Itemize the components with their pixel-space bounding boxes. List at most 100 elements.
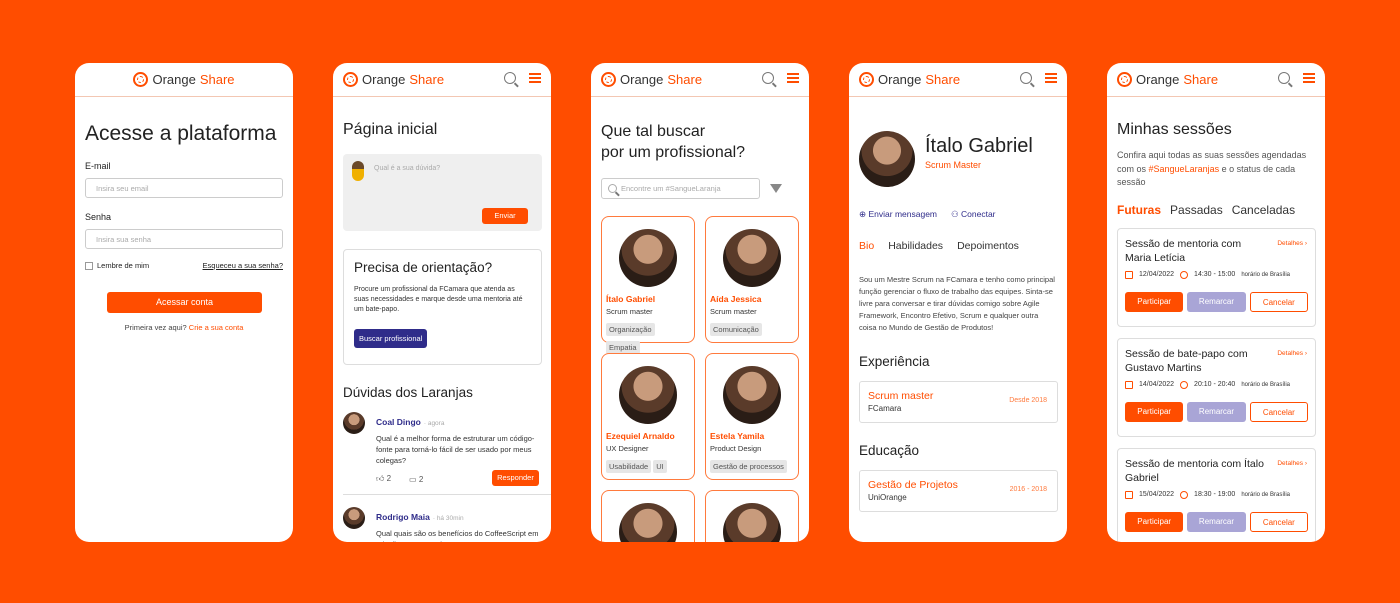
education-date: 2016 - 2018 bbox=[1009, 486, 1047, 493]
details-link[interactable]: Detalhes › bbox=[1277, 350, 1307, 357]
calendar-icon bbox=[1125, 490, 1133, 499]
tab-cancelled[interactable]: Canceladas bbox=[1232, 203, 1295, 217]
menu-icon[interactable] bbox=[1045, 73, 1057, 83]
question-text: Qual quais são os benefícios do CoffeeSc… bbox=[376, 529, 539, 542]
app-header: Orange Share bbox=[849, 63, 1067, 97]
details-link[interactable]: Detalhes › bbox=[1277, 460, 1307, 467]
professional-card[interactable]: Aída Jessica Scrum master Comunicação bbox=[705, 216, 799, 343]
session-card: Sessão de bate-papo com Gustavo Martins … bbox=[1117, 337, 1316, 437]
send-button[interactable]: Enviar bbox=[482, 208, 528, 224]
question-item: Coal Dingo · agora Qual é a melhor forma … bbox=[343, 412, 542, 486]
education-school: UniOrange bbox=[868, 493, 907, 502]
question-author[interactable]: Rodrigo Maia bbox=[376, 512, 430, 522]
bio-text: Sou um Mestre Scrum na FCamara e tenho c… bbox=[859, 275, 1055, 332]
add-user-icon: ⚇ bbox=[951, 209, 959, 219]
timezone: horário de Brasília bbox=[1241, 491, 1291, 498]
reply-button[interactable]: Responder bbox=[492, 470, 539, 486]
sessions-screen: Orange Share Minhas sessões Confira aqui … bbox=[1107, 63, 1325, 542]
title-line-2: por um profissional? bbox=[601, 144, 746, 161]
search-input[interactable]: Encontre um #SangueLaranja bbox=[601, 178, 760, 199]
clock-icon bbox=[1180, 270, 1189, 279]
message-icon: ⊕ bbox=[859, 209, 867, 219]
join-button[interactable]: Participar bbox=[1125, 291, 1184, 312]
logo-word-share: Share bbox=[1183, 72, 1219, 87]
app-header: Orange Share bbox=[333, 63, 551, 97]
email-field[interactable]: Insira seu email bbox=[85, 178, 283, 198]
professional-card[interactable] bbox=[705, 490, 799, 542]
join-button[interactable]: Participar bbox=[1125, 401, 1184, 422]
logo-word-orange: Orange bbox=[1136, 72, 1180, 87]
cancel-button[interactable]: Cancelar bbox=[1249, 401, 1308, 422]
title-line-1: Que tal buscar bbox=[601, 123, 706, 140]
checkbox-icon bbox=[85, 262, 93, 271]
orange-logo-icon bbox=[601, 72, 616, 87]
question-box: Qual é a sua dúvida? Enviar bbox=[343, 154, 542, 231]
details-link[interactable]: Detalhes › bbox=[1277, 240, 1307, 247]
login-button[interactable]: Acessar conta bbox=[107, 292, 262, 314]
menu-icon[interactable] bbox=[787, 73, 799, 83]
logo-word-orange: Orange bbox=[878, 72, 922, 87]
experience-item: Scrum master FCamara Desde 2018 bbox=[859, 381, 1058, 423]
divider bbox=[343, 494, 551, 495]
tab-future[interactable]: Futuras bbox=[1117, 203, 1161, 217]
logo: Orange Share bbox=[343, 72, 444, 87]
question-time: · agora bbox=[423, 420, 445, 427]
create-account-link[interactable]: Crie a sua conta bbox=[189, 323, 244, 332]
comment-count[interactable]: ▭ 2 bbox=[409, 475, 423, 484]
chevron-right-icon: › bbox=[1304, 239, 1307, 247]
details-label: Detalhes bbox=[1277, 239, 1304, 247]
professional-card[interactable]: Ítalo Gabriel Scrum master OrganizaçãoEm… bbox=[601, 216, 695, 354]
menu-icon[interactable] bbox=[529, 73, 541, 83]
search-icon[interactable] bbox=[1020, 72, 1032, 84]
clock-icon bbox=[1180, 380, 1189, 389]
professional-card[interactable]: Ezequiel Arnaldo UX Designer Usabilidade… bbox=[601, 353, 695, 480]
connect-button[interactable]: ⚇ Conectar bbox=[951, 209, 996, 220]
remember-checkbox[interactable]: Lembre de mim bbox=[85, 261, 149, 271]
questions-section-title: Dúvidas dos Laranjas bbox=[343, 385, 473, 400]
professional-card[interactable] bbox=[601, 490, 695, 542]
search-icon[interactable] bbox=[762, 72, 774, 84]
desc-hashtag: #SangueLaranjas bbox=[1148, 163, 1220, 174]
education-item: Gestão de Projetos UniOrange 2016 - 2018 bbox=[859, 470, 1058, 512]
question-author[interactable]: Coal Dingo bbox=[376, 417, 421, 427]
orange-logo-icon bbox=[859, 72, 874, 87]
tab-bio[interactable]: Bio bbox=[859, 240, 874, 252]
tab-testimonials[interactable]: Depoimentos bbox=[957, 240, 1019, 252]
avatar bbox=[343, 507, 365, 529]
menu-icon[interactable] bbox=[1303, 73, 1315, 83]
cancel-button[interactable]: Cancelar bbox=[1249, 511, 1308, 532]
skill-tag: UI bbox=[653, 460, 667, 473]
reschedule-button[interactable]: Remarcar bbox=[1187, 511, 1246, 532]
reschedule-button[interactable]: Remarcar bbox=[1187, 291, 1246, 312]
likes-value: 2 bbox=[386, 474, 392, 483]
orange-logo-icon bbox=[133, 72, 149, 87]
search-icon[interactable] bbox=[504, 72, 516, 84]
session-time: 14:30 - 15:00 bbox=[1194, 271, 1236, 278]
question-time: · há 30min bbox=[432, 515, 464, 522]
tab-past[interactable]: Passadas bbox=[1170, 203, 1223, 217]
cancel-button[interactable]: Cancelar bbox=[1249, 291, 1308, 312]
reschedule-button[interactable]: Remarcar bbox=[1187, 401, 1246, 422]
professional-card[interactable]: Estela Yamila Product Design Gestão de p… bbox=[705, 353, 799, 480]
filter-icon[interactable] bbox=[770, 184, 782, 193]
details-label: Detalhes bbox=[1277, 459, 1304, 467]
experience-title: Experiência bbox=[859, 354, 930, 369]
tab-skills[interactable]: Habilidades bbox=[888, 240, 943, 252]
session-card: Sessão de mentoria com Ítalo Gabriel Det… bbox=[1117, 447, 1316, 542]
find-professional-button[interactable]: Buscar profissional bbox=[354, 329, 428, 348]
professional-grid: Ítalo Gabriel Scrum master OrganizaçãoEm… bbox=[601, 216, 799, 542]
password-field[interactable]: Insira sua senha bbox=[85, 229, 283, 249]
forgot-password-link[interactable]: Esqueceu a sua senha? bbox=[203, 261, 283, 270]
avatar bbox=[619, 503, 677, 542]
logo: Orange Share bbox=[1117, 72, 1218, 87]
orange-logo-icon bbox=[343, 72, 358, 87]
search-icon[interactable] bbox=[1278, 72, 1290, 84]
skill-tag: Usabilidade bbox=[606, 460, 652, 473]
chevron-right-icon: › bbox=[1304, 349, 1307, 357]
like-count[interactable]: 👍︎ 2 bbox=[376, 474, 391, 484]
send-message-label: Enviar mensagem bbox=[868, 209, 938, 219]
question-input[interactable]: Qual é a sua dúvida? bbox=[374, 165, 440, 172]
join-button[interactable]: Participar bbox=[1125, 511, 1184, 532]
send-message-button[interactable]: ⊕ Enviar mensagem bbox=[859, 209, 937, 220]
professional-name: Aída Jessica bbox=[710, 294, 762, 304]
